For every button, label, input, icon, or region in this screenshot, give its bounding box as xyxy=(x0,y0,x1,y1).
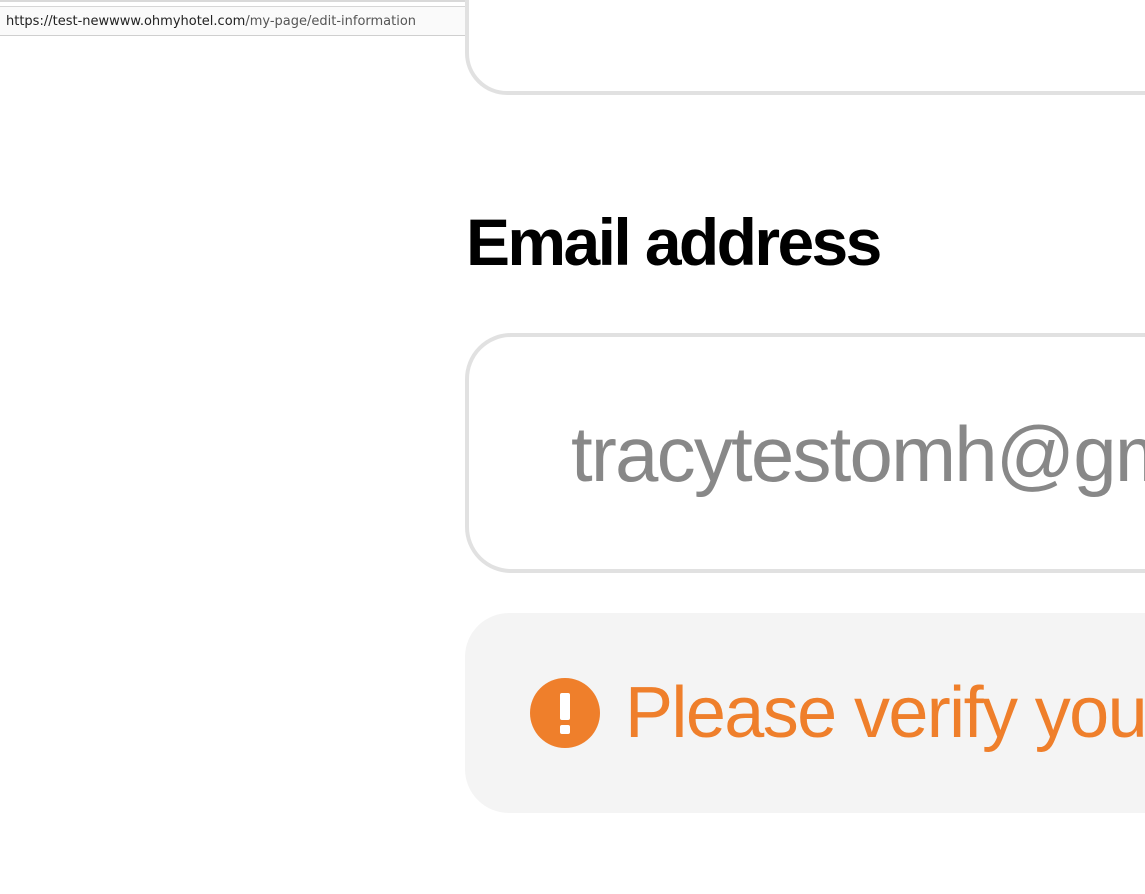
email-input[interactable] xyxy=(571,409,1145,499)
page: https://test-newwww.ohmyhotel.com/my-pag… xyxy=(0,0,1145,894)
verification-notice-text: Please verify your email address xyxy=(625,673,1145,753)
url-text[interactable]: https://test-newwww.ohmyhotel.com/my-pag… xyxy=(6,14,416,30)
email-field[interactable] xyxy=(465,333,1145,573)
verification-notice: Please verify your email address xyxy=(465,613,1145,813)
url-path: /my-page/edit-information xyxy=(245,14,417,29)
exclamation-circle-icon xyxy=(530,678,600,748)
email-section-title: Email address xyxy=(466,205,882,279)
previous-field[interactable] xyxy=(465,0,1145,95)
url-host: https://test-newwww.ohmyhotel.com xyxy=(6,14,246,29)
